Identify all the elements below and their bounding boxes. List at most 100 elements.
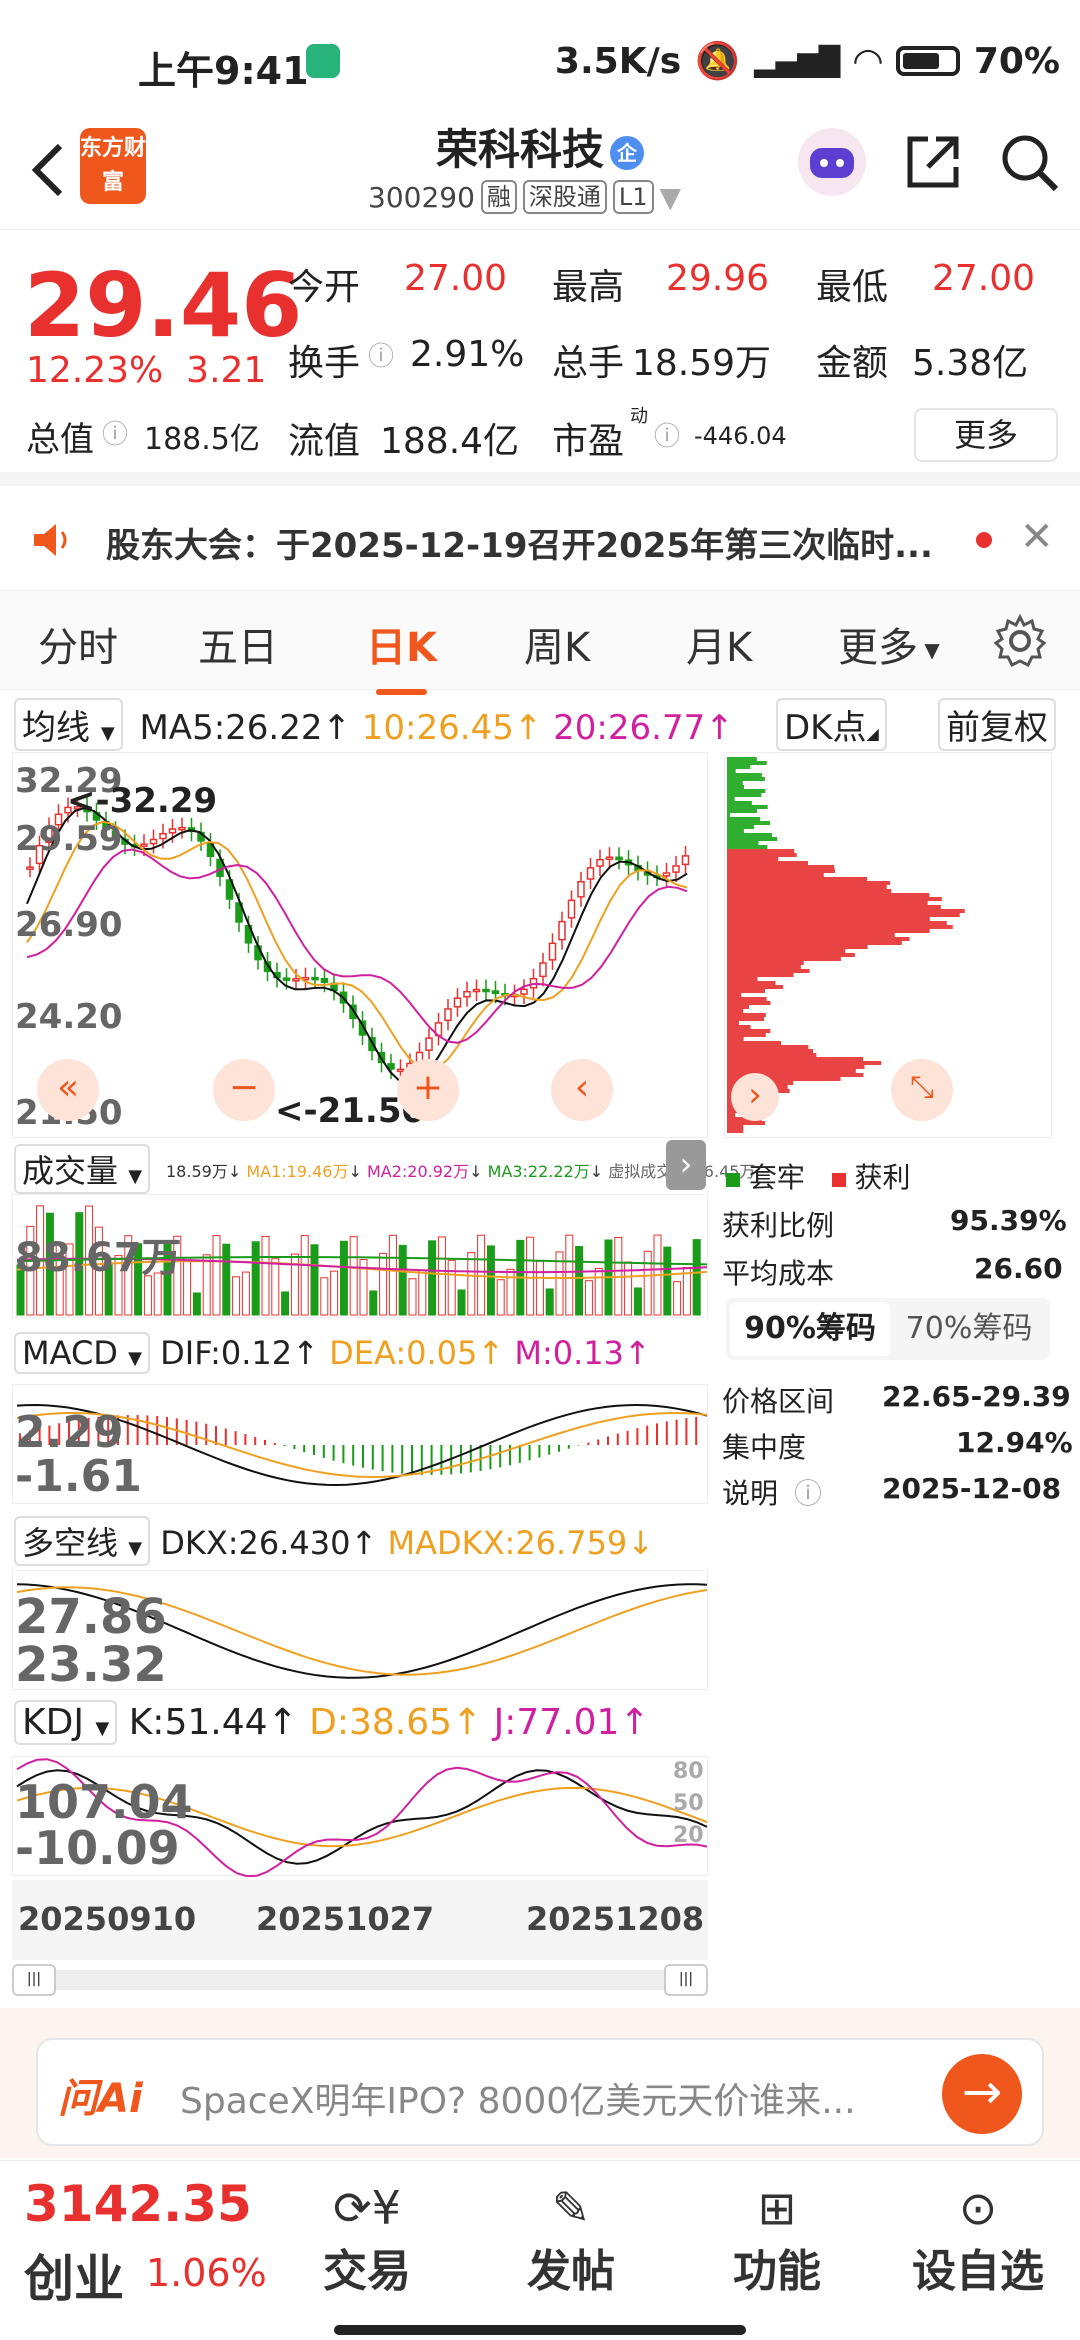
candle-body xyxy=(558,920,566,941)
chip-avg-cost-label: 平均成本 xyxy=(722,1257,835,1290)
chip-bar xyxy=(727,853,797,857)
tab-more[interactable]: 更多 ▼ xyxy=(838,615,940,673)
volume-chart[interactable]: 88.67万 xyxy=(12,1194,708,1318)
chevron-down-icon[interactable]: ▼ xyxy=(660,181,682,214)
double-left-icon[interactable]: « xyxy=(37,1059,99,1121)
candle-body xyxy=(672,865,680,873)
info-icon[interactable]: ⓘ xyxy=(794,1472,822,1512)
info-icon[interactable]: ⓘ xyxy=(368,336,394,373)
chip-bar xyxy=(727,761,767,765)
candle-body xyxy=(482,988,490,993)
low-value: 27.00 xyxy=(932,258,1036,299)
status-time: 上午9:41 xyxy=(138,49,309,93)
share-icon[interactable] xyxy=(902,131,964,193)
dkx-selector[interactable]: 多空线 ▼ xyxy=(14,1516,151,1566)
dk-point-button[interactable]: DK点◢ xyxy=(776,698,887,751)
chip-bar xyxy=(727,861,809,865)
arrow-right-icon[interactable]: → xyxy=(942,2054,1022,2134)
ai-banner[interactable]: 问Ai SpaceX明年IPO? 8000亿美元天价谁来... → xyxy=(36,2038,1044,2146)
nav-post[interactable]: ✎ 发帖 xyxy=(516,2181,626,2299)
tab-five-day[interactable]: 五日 xyxy=(198,615,278,673)
tab-monthly-k[interactable]: 月K xyxy=(686,615,752,673)
tab-intraday[interactable]: 分时 xyxy=(38,615,118,673)
unread-dot xyxy=(976,532,992,548)
macd-bar xyxy=(460,1445,462,1474)
macd-chart[interactable]: 2.29 -1.61 xyxy=(12,1384,708,1504)
kdj-selector[interactable]: KDJ ▼ xyxy=(14,1700,118,1745)
volume-bar xyxy=(457,1289,466,1316)
kline-chart[interactable]: 32.29 29.59 26.90 24.20 21.50 <-32.29 <-… xyxy=(12,752,708,1138)
volume-bar xyxy=(281,1291,290,1316)
caret-icon: ◢ xyxy=(866,724,879,743)
ma-selector[interactable]: 均线 ▼ xyxy=(14,698,123,751)
index-name[interactable]: 创业 xyxy=(24,2239,124,2311)
close-icon[interactable]: ✕ xyxy=(1020,514,1054,560)
dkx-label: 多空线 xyxy=(22,1524,119,1562)
chip-bar xyxy=(727,773,762,777)
robot-assistant-icon[interactable] xyxy=(796,126,868,198)
macd-bar xyxy=(469,1445,472,1473)
nav-watchlist[interactable]: ⊙ 设自选 xyxy=(896,2181,1060,2299)
volume-bar xyxy=(467,1252,476,1316)
candle-body xyxy=(26,866,34,870)
more-button[interactable]: 更多 xyxy=(914,408,1058,462)
volume-bar xyxy=(594,1267,603,1316)
chip-note-date: 2025-12-08 xyxy=(882,1472,1062,1505)
candle-body xyxy=(444,1008,452,1022)
caret-down-icon: ▼ xyxy=(95,1718,110,1739)
nav-trade[interactable]: ⟳¥ 交易 xyxy=(312,2181,422,2299)
range-handle-left[interactable]: ||| xyxy=(12,1964,56,1996)
chip-bar xyxy=(727,945,868,949)
volume-bar xyxy=(506,1268,515,1316)
volume-bar xyxy=(418,1269,427,1316)
range-scrollbar[interactable]: ||| ||| xyxy=(12,1964,708,1996)
volume-bar xyxy=(437,1236,446,1316)
search-icon[interactable] xyxy=(998,131,1060,193)
caret-down-icon: ▼ xyxy=(128,1538,143,1559)
chip-bar xyxy=(727,857,779,861)
index-value[interactable]: 3142.35 xyxy=(24,2175,252,2233)
chip-bar xyxy=(727,1065,865,1069)
info-icon[interactable]: ⓘ xyxy=(654,416,680,453)
vol-selector[interactable]: 成交量 ▼ xyxy=(14,1144,151,1194)
nav-function[interactable]: ⊞ 功能 xyxy=(722,2181,832,2299)
chip-bar xyxy=(727,829,744,833)
tag-connect: 深股通 xyxy=(522,180,607,214)
macd-bar xyxy=(509,1445,511,1466)
ai-banner-text: SpaceX明年IPO? 8000亿美元天价谁来... xyxy=(180,2081,856,2122)
chip-bar xyxy=(727,981,776,985)
dkx-min: 23.32 xyxy=(15,1637,167,1693)
expand-icon[interactable]: ⤡ xyxy=(891,1059,953,1121)
candle-body xyxy=(615,856,623,861)
left-chevron-icon[interactable]: ‹ xyxy=(551,1059,613,1121)
chip-bar xyxy=(727,869,836,873)
macd-selector[interactable]: MACD ▼ xyxy=(14,1332,150,1374)
up-arrow-icon: ↑ xyxy=(513,708,543,748)
right-chevron-icon[interactable]: › xyxy=(731,1073,779,1121)
range-handle-right[interactable]: ||| xyxy=(664,1964,708,1996)
expand-right-icon[interactable]: › xyxy=(666,1140,706,1190)
kdj-chart[interactable]: 107.04 -10.09 80 50 20 xyxy=(12,1756,708,1878)
chip-bar xyxy=(727,941,902,945)
gear-icon[interactable] xyxy=(992,613,1048,669)
adjust-button[interactable]: 前复权 xyxy=(938,698,1056,751)
tab-chip-90[interactable]: 90%筹码 xyxy=(730,1302,890,1356)
chip-bar xyxy=(727,913,960,917)
macd-bar xyxy=(381,1445,384,1472)
chip-bar xyxy=(727,917,930,921)
tab-chip-70[interactable]: 70%筹码 xyxy=(892,1302,1046,1356)
dkx-chart[interactable]: 27.86 23.32 xyxy=(12,1570,708,1693)
candle-body xyxy=(320,977,329,983)
notice-bar[interactable]: 股东大会：于2025-12-19召开2025年第三次临时... ✕ xyxy=(0,500,1080,580)
caret-down-icon: ▼ xyxy=(918,638,940,662)
tab-daily-k[interactable]: 日K xyxy=(366,615,437,695)
candle-body xyxy=(567,899,576,919)
info-icon[interactable]: ⓘ xyxy=(102,414,128,451)
chip-distribution[interactable]: › ⤡ xyxy=(724,752,1052,1138)
minus-icon[interactable]: − xyxy=(213,1059,275,1121)
tab-weekly-k[interactable]: 周K xyxy=(524,615,590,673)
vol-legend: 成交量 ▼ xyxy=(14,1144,151,1194)
chip-bar xyxy=(727,841,759,845)
macd-dea: DEA:0.05 xyxy=(329,1334,478,1372)
plus-icon[interactable]: + xyxy=(397,1059,459,1121)
